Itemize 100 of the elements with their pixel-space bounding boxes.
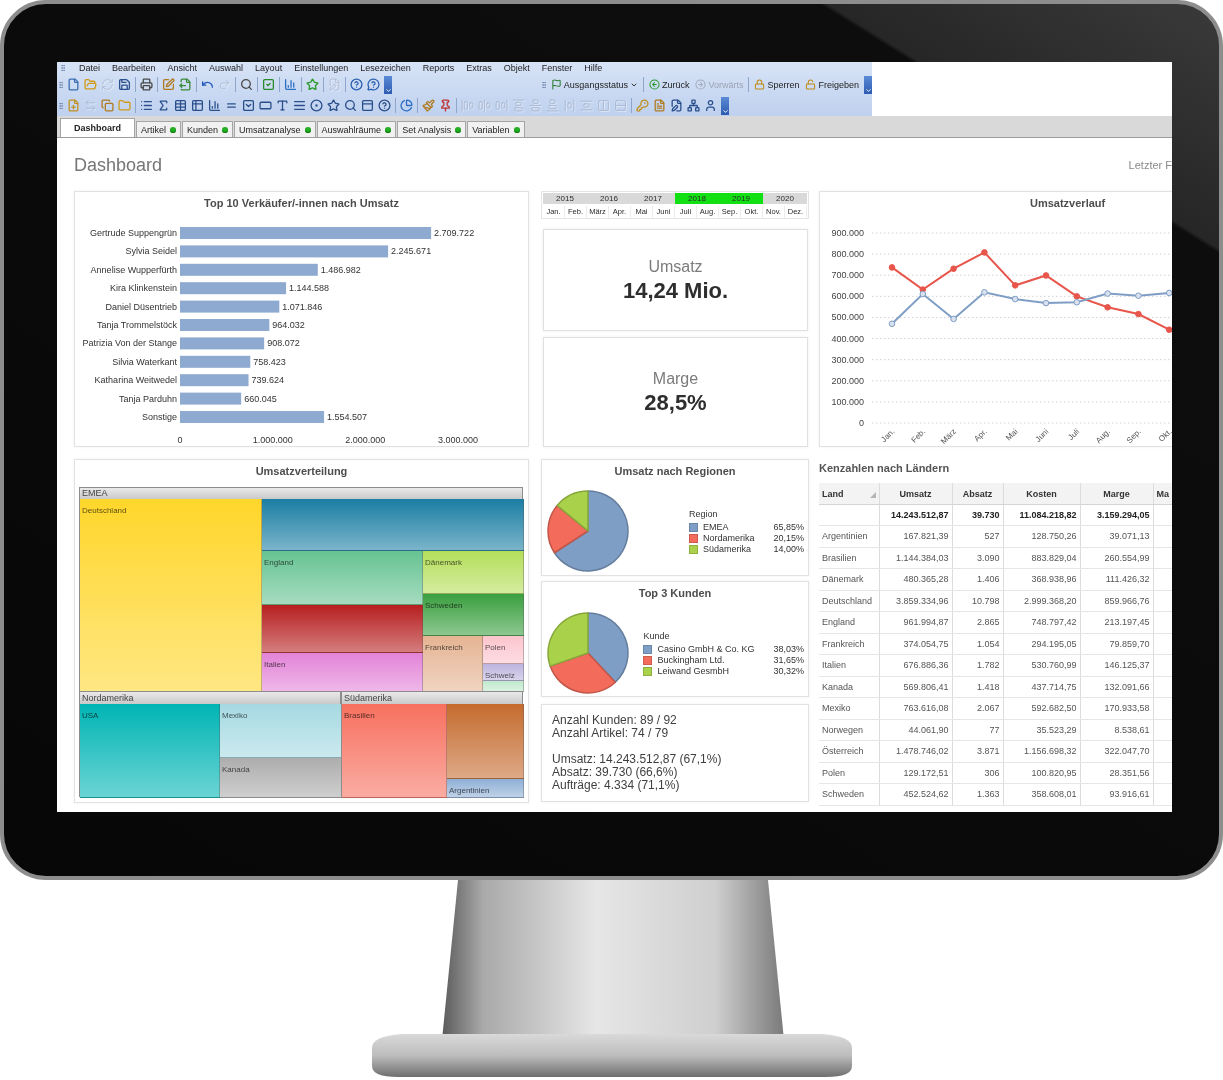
- tile-label: Italien: [263, 659, 287, 670]
- summary-text: Anzahl Artikel: 74 / 79: [552, 727, 670, 740]
- value-label: 739.624: [251, 375, 285, 386]
- table-cell: 79.859,70: [1080, 633, 1153, 655]
- table-cell: 306: [952, 762, 1003, 784]
- axis-tick-label: 400.000: [831, 333, 864, 344]
- legend-title: Kunde: [643, 630, 671, 642]
- table-cell: 358.608,01: [1003, 783, 1080, 805]
- category-label: Sonstige: [141, 412, 177, 422]
- table-cell: Argentinien: [819, 525, 879, 547]
- axis-tick-label: Feb.: [909, 427, 928, 445]
- table-cell: 883.829,04: [1003, 547, 1080, 569]
- legend-label: Buckingham Ltd.: [657, 655, 726, 665]
- table-cell: Deutschland: [819, 590, 879, 612]
- legend-value: 65,85%: [773, 522, 804, 532]
- table-cell: Norwegen: [819, 719, 879, 741]
- total-cell: 11.084.218,82: [1003, 504, 1080, 526]
- table-title: Kenzahlen nach Ländern: [819, 462, 951, 476]
- table-cell: 1.782: [952, 654, 1003, 676]
- table-cell: 1.363: [952, 783, 1003, 805]
- table-cell: Mexiko: [819, 697, 879, 719]
- axis-tick-label: 1.000.000: [252, 435, 293, 445]
- table-cell: 859.966,76: [1080, 590, 1153, 612]
- table-cell: 527: [952, 525, 1003, 547]
- axis-tick-label: 2.000.000: [345, 435, 386, 445]
- tile-label: Frankreich: [424, 642, 464, 653]
- table-cell: 1.156.698,32: [1003, 740, 1080, 762]
- value-label: 908.072: [267, 338, 300, 349]
- category-label: Annelise Wupperfürth: [90, 264, 177, 275]
- category-label: Patrizia Von der Stange: [82, 338, 177, 349]
- table-cell: Frankreich: [819, 633, 879, 655]
- table-cell: 1.144.384,03: [879, 547, 952, 569]
- tile-label: Dänemark: [424, 557, 463, 568]
- table-cell: 374.054,75: [879, 633, 952, 655]
- table-cell: 2.067: [952, 697, 1003, 719]
- table-cell: 2.999.368,20: [1003, 590, 1080, 612]
- table-cell: 132.091,66: [1080, 676, 1153, 698]
- legend-value: 20,15%: [773, 533, 804, 543]
- table-cell: 3.090: [952, 547, 1003, 569]
- table-cell: 676.886,36: [879, 654, 952, 676]
- table-cell: 368.938,96: [1003, 568, 1080, 590]
- table-cell: 170.933,58: [1080, 697, 1153, 719]
- axis-tick-label: Okt.: [1156, 427, 1172, 444]
- chart-title: Umsatzverteilung: [254, 464, 349, 479]
- table-cell: 452.524,62: [879, 783, 952, 805]
- summary-text: Anzahl Kunden: 89 / 92: [552, 714, 678, 727]
- table-cell: 213.197,45: [1080, 611, 1153, 633]
- axis-tick-label: Jan.: [879, 427, 897, 445]
- category-label: Sylvia Seidel: [125, 246, 177, 257]
- axis-tick-label: 100.000: [831, 396, 864, 407]
- table-cell: 1.054: [952, 633, 1003, 655]
- legend-title: Region: [688, 508, 719, 520]
- header-text: Letzter F: [1128, 159, 1172, 171]
- legend-label: Nordamerika: [702, 533, 755, 543]
- kpi-label: Umsatz: [648, 256, 703, 276]
- category-label: Silvia Waterkant: [112, 356, 177, 367]
- tile-label: England: [263, 557, 295, 568]
- value-label: 2.709.722: [434, 228, 475, 238]
- axis-tick-label: 700.000: [831, 270, 864, 281]
- value-label: 758.423: [253, 356, 286, 367]
- legend-label: Casino GmbH & Co. KG: [657, 644, 755, 654]
- axis-tick-label: Apr.: [972, 427, 989, 444]
- table-cell: 480.365,28: [879, 568, 952, 590]
- table-cell: 128.750,26: [1003, 525, 1080, 547]
- kpi-value: 14,24 Mio.: [622, 277, 729, 304]
- total-cell: 14.243.512,87: [879, 504, 952, 526]
- table-cell: 3.859.334,96: [879, 590, 952, 612]
- kpi-label: Marge: [652, 368, 699, 388]
- category-label: Tanja Trommelstöck: [96, 320, 177, 330]
- table-cell: Dänemark: [819, 568, 879, 590]
- table-cell: 39.071,13: [1080, 525, 1153, 547]
- value-label: 1.144.588: [289, 283, 330, 294]
- category-label: Gertrude Suppengrün: [89, 228, 177, 238]
- group-header: Nordamerika: [80, 692, 340, 704]
- legend-label: Südamerika: [702, 544, 752, 554]
- chart-title: Umsatzverlauf: [1029, 196, 1107, 211]
- value-label: 964.032: [272, 320, 305, 330]
- chart-title: Umsatz nach Regionen: [613, 464, 737, 479]
- group-header: Südamerika: [342, 692, 522, 704]
- table-cell: 111.426,32: [1080, 568, 1153, 590]
- group-header: EMEA: [80, 488, 522, 499]
- table-cell: 961.994,87: [879, 611, 952, 633]
- axis-tick-label: 800.000: [831, 249, 864, 260]
- axis-tick-label: 200.000: [831, 375, 864, 386]
- category-label: Kira Klinkenstein: [109, 283, 177, 294]
- category-label: Tanja Parduhn: [118, 393, 177, 404]
- table-cell: 10.798: [952, 590, 1003, 612]
- summary-text: Absatz: 39.730 (66,6%): [552, 766, 679, 779]
- table-cell: Österreich: [819, 740, 879, 762]
- table-cell: 748.797,42: [1003, 611, 1080, 633]
- category-label: Katharina Weitwedel: [94, 375, 177, 386]
- axis-tick-label: 900.000: [831, 228, 864, 238]
- table-cell: Schweden: [819, 783, 879, 805]
- table-cell: 129.172,51: [879, 762, 952, 784]
- tile-label: Kanada: [221, 764, 251, 775]
- tile-label: Schweiz: [484, 670, 516, 681]
- axis-tick-label: Mai: [1004, 427, 1020, 443]
- tile-label: Schweden: [424, 600, 464, 611]
- legend-value: 14,00%: [773, 544, 804, 554]
- table-cell: 77: [952, 719, 1003, 741]
